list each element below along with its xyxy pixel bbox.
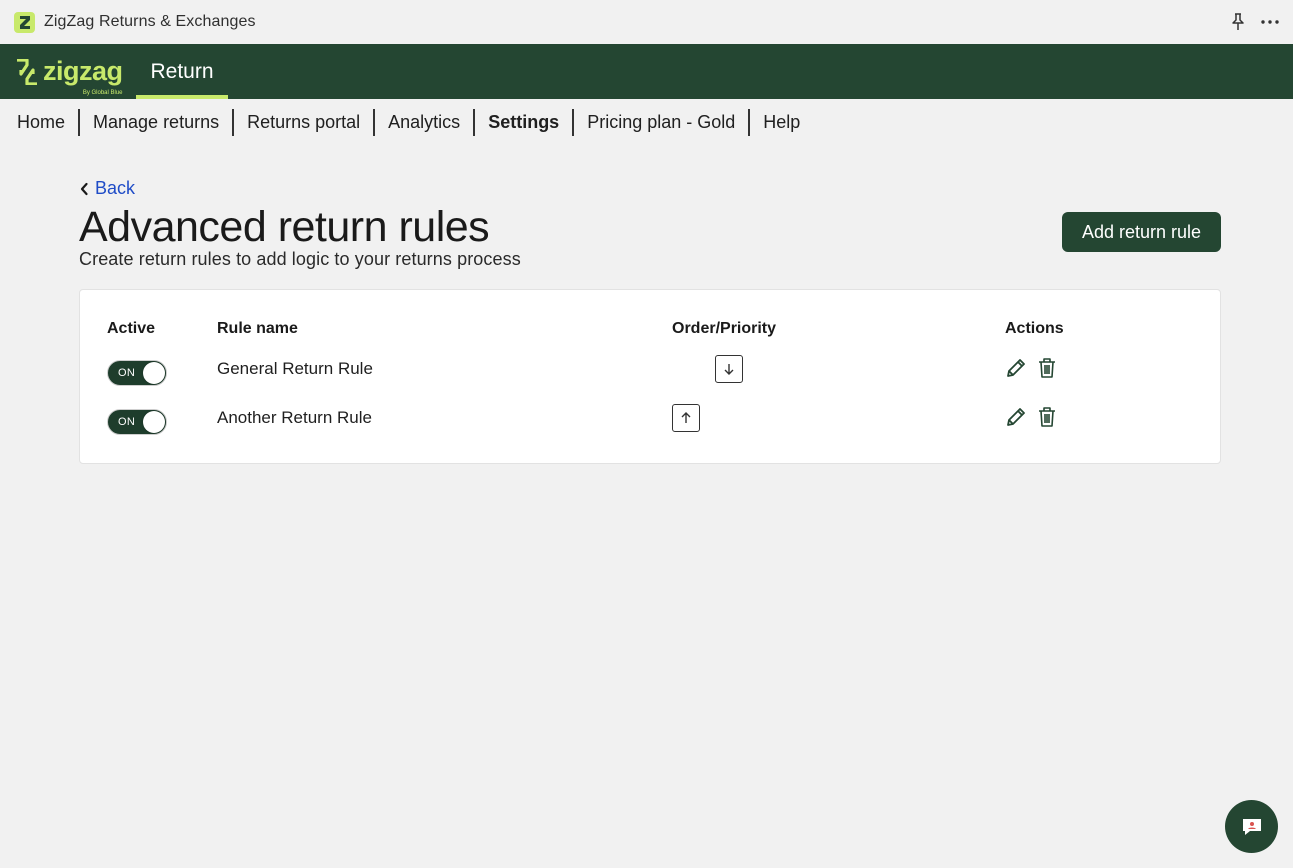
app-header: zigzag By Global Blue Return	[0, 44, 1293, 99]
active-toggle[interactable]: ON	[107, 360, 167, 386]
arrow-down-icon	[724, 364, 734, 375]
rule-name: General Return Rule	[217, 359, 373, 378]
zigzag-logo-icon	[14, 11, 35, 33]
rule-name: Another Return Rule	[217, 408, 372, 427]
column-header-active: Active	[107, 320, 156, 337]
rules-table: Active Rule name Order/Priority Actions …	[79, 289, 1221, 464]
chat-icon	[1242, 818, 1261, 835]
trash-icon[interactable]	[1035, 356, 1059, 380]
back-link[interactable]: Back	[79, 178, 135, 199]
order-cell	[672, 404, 700, 432]
active-toggle[interactable]: ON	[107, 409, 167, 435]
trash-icon[interactable]	[1035, 405, 1059, 429]
nav-item-help[interactable]: Help	[750, 109, 813, 136]
toggle-label: ON	[118, 367, 136, 379]
nav-item-home[interactable]: Home	[16, 108, 81, 136]
toggle-knob	[143, 362, 165, 384]
page-subtitle: Create return rules to add logic to your…	[79, 248, 521, 269]
page-title: Advanced return rules	[79, 202, 490, 251]
toggle-label: ON	[118, 416, 136, 428]
nav-item-pricing-plan[interactable]: Pricing plan - Gold	[574, 108, 751, 136]
brand-subtitle: By Global Blue	[82, 90, 123, 96]
add-return-rule-button[interactable]: Add return rule	[1062, 212, 1221, 252]
app-title: ZigZag Returns & Exchanges	[44, 13, 256, 30]
arrow-up-icon	[681, 412, 691, 423]
column-header-actions: Actions	[1005, 320, 1064, 337]
table-row: ON Another Return Rule	[80, 401, 1220, 441]
more-horizontal-icon[interactable]	[1261, 13, 1279, 31]
column-header-rule-name: Rule name	[217, 320, 298, 337]
brand-logo: zigzag By Global Blue	[16, 44, 136, 99]
chat-button[interactable]	[1225, 800, 1278, 853]
order-cell	[715, 355, 743, 383]
page-header: Back Advanced return rules Create return…	[79, 178, 1221, 270]
title-bar: ZigZag Returns & Exchanges	[0, 0, 1293, 44]
move-down-button[interactable]	[715, 355, 743, 383]
tab-return[interactable]: Return	[136, 44, 228, 99]
move-up-button[interactable]	[672, 404, 700, 432]
rule-name-cell: General Return Rule	[217, 356, 373, 382]
actions-cell	[1004, 405, 1059, 429]
edit-icon[interactable]	[1004, 405, 1028, 429]
main-nav: Home Manage returns Returns portal Analy…	[0, 99, 1293, 143]
edit-icon[interactable]	[1004, 356, 1028, 380]
toggle-knob	[143, 411, 165, 433]
nav-item-analytics[interactable]: Analytics	[375, 108, 476, 136]
nav-item-settings[interactable]: Settings	[475, 108, 575, 136]
brand-name: zigzag	[43, 56, 123, 86]
table-row: ON General Return Rule	[80, 352, 1220, 392]
active-cell: ON	[107, 360, 167, 386]
nav-item-returns-portal[interactable]: Returns portal	[234, 108, 376, 136]
actions-cell	[1004, 356, 1059, 380]
nav-item-manage-returns[interactable]: Manage returns	[80, 108, 235, 136]
chevron-left-icon	[80, 182, 88, 195]
rule-name-cell: Another Return Rule	[217, 405, 372, 431]
zigzag-mark-icon	[17, 58, 37, 85]
column-header-order: Order/Priority	[672, 320, 777, 337]
active-cell: ON	[107, 409, 167, 435]
back-label: Back	[95, 178, 136, 198]
pin-icon[interactable]	[1229, 13, 1247, 31]
